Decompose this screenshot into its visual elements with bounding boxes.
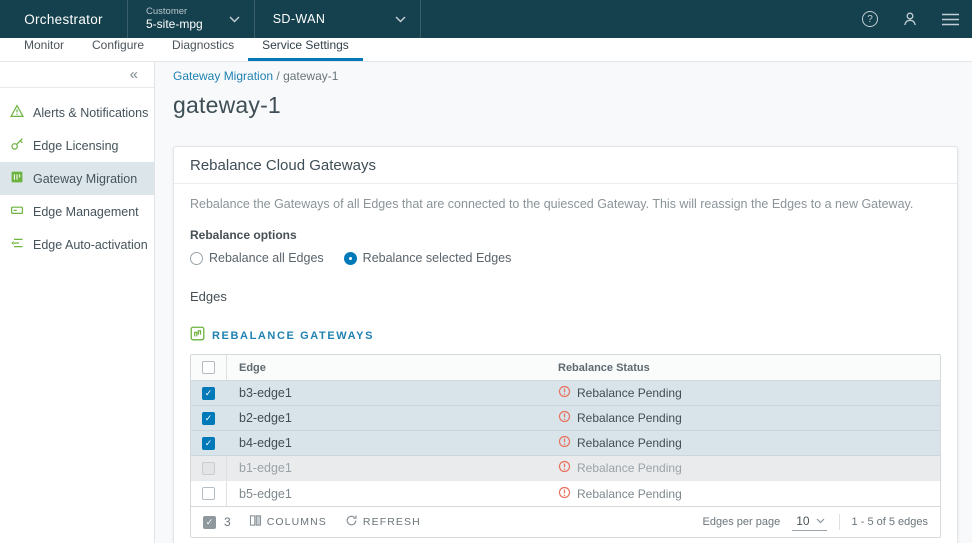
column-header-edge[interactable]: Edge [227,355,550,380]
tab-service-settings[interactable]: Service Settings [248,35,363,61]
status-text: Rebalance Pending [577,436,682,450]
tab-configure[interactable]: Configure [78,35,158,61]
user-icon[interactable] [900,9,920,29]
pending-status-icon [558,460,571,476]
rebalance-gateways-icon [190,326,205,346]
auto-activation-icon [10,236,24,253]
status-text: Rebalance Pending [577,487,682,501]
sidebar-item-edge-licensing[interactable]: Edge Licensing [0,129,154,162]
service-dropdown[interactable]: SD-WAN [255,0,422,38]
sidebar-item-label: Edge Auto-activation [33,238,148,252]
refresh-icon [345,514,358,530]
radio-rebalance-selected-edges[interactable]: Rebalance selected Edges [344,251,512,265]
content-area: Gateway Migration / gateway-1 gateway-1 … [155,62,972,543]
sidebar-item-edge-management[interactable]: Edge Management [0,195,154,228]
row-checkbox[interactable] [202,487,215,500]
refresh-button[interactable]: REFRESH [345,514,421,530]
customer-value: 5-site-mpg [146,17,203,32]
pending-status-icon [558,385,571,401]
edges-section-label: Edges [190,289,941,304]
table-header-row: Edge Rebalance Status [191,355,940,381]
rebalance-status: Rebalance Pending [550,381,940,405]
main-nav: Monitor Configure Diagnostics Service Se… [0,38,972,62]
edge-name: b5-edge1 [227,481,550,506]
edge-name: b4-edge1 [227,431,550,455]
sidebar-item-label: Alerts & Notifications [33,106,148,120]
customer-dropdown[interactable]: Customer 5-site-mpg [128,0,255,38]
edge-name: b2-edge1 [227,406,550,430]
rebalance-gateways-button[interactable]: REBALANCE GATEWAYS [190,326,941,346]
product-title: Orchestrator [0,0,128,38]
pagination-range: 1 - 5 of 5 edges [852,516,928,528]
edge-name: b1-edge1 [227,456,550,480]
status-text: Rebalance Pending [577,461,682,475]
card-title: Rebalance Cloud Gateways [174,147,957,184]
row-checkbox[interactable] [202,437,215,450]
sidebar-collapse-icon[interactable]: « [130,67,138,82]
radio-rebalance-all-edges[interactable]: Rebalance all Edges [190,251,324,265]
sidebar-item-edge-auto-activation[interactable]: Edge Auto-activation [0,228,154,261]
columns-button[interactable]: COLUMNS [249,514,327,530]
app-header: Orchestrator Customer 5-site-mpg SD-WAN … [0,0,972,38]
breadcrumb-gateway-migration-link[interactable]: Gateway Migration [173,69,273,83]
table-row[interactable]: b2-edge1 Rebalance Pending [191,406,940,431]
tab-diagnostics[interactable]: Diagnostics [158,35,248,61]
customer-label: Customer [146,6,203,18]
rebalance-status: Rebalance Pending [550,456,940,480]
edge-device-icon [10,203,24,220]
chevron-down-icon [816,518,825,524]
row-checkbox[interactable] [202,462,215,475]
sidebar-item-label: Gateway Migration [33,172,137,186]
edges-table: Edge Rebalance Status b3-edge1 Rebalance… [190,354,941,538]
gateway-icon [10,170,24,187]
radio-label: Rebalance all Edges [209,251,324,265]
status-text: Rebalance Pending [577,411,682,425]
table-row[interactable]: b3-edge1 Rebalance Pending [191,381,940,406]
sidebar-item-label: Edge Management [33,205,139,219]
select-all-checkbox[interactable] [202,361,215,374]
edges-per-page-label: Edges per page [703,516,781,528]
radio-label: Rebalance selected Edges [363,251,512,265]
selected-count: 3 [224,515,231,529]
menu-icon[interactable] [940,9,960,29]
breadcrumb: Gateway Migration / gateway-1 [173,69,972,83]
column-header-rebalance-status[interactable]: Rebalance Status [550,355,940,380]
table-footer: 3 COLUMNS REFRESH Edges per page [191,506,940,537]
sidebar-item-label: Edge Licensing [33,139,118,153]
rebalance-options-label: Rebalance options [190,228,941,242]
per-page-select[interactable]: 10 [792,513,826,531]
radio-icon[interactable] [190,252,203,265]
rebalance-status: Rebalance Pending [550,406,940,430]
chevron-down-icon [229,10,240,28]
footer-selection-checkbox[interactable] [203,516,216,529]
sidebar-item-alerts-notifications[interactable]: Alerts & Notifications [0,96,154,129]
chevron-down-icon [395,10,406,28]
rebalance-status: Rebalance Pending [550,481,940,506]
edge-name: b3-edge1 [227,381,550,405]
breadcrumb-current: gateway-1 [283,69,338,83]
sidebar: « Alerts & Notifications Edge Licensing … [0,62,155,543]
card-description: Rebalance the Gateways of all Edges that… [190,197,941,211]
rebalance-card: Rebalance Cloud Gateways Rebalance the G… [173,146,958,543]
columns-icon [249,514,262,530]
table-row[interactable]: b1-edge1 Rebalance Pending [191,456,940,481]
pending-status-icon [558,486,571,502]
row-checkbox[interactable] [202,412,215,425]
pending-status-icon [558,435,571,451]
page-title: gateway-1 [173,92,972,119]
radio-icon[interactable] [344,252,357,265]
help-icon[interactable]: ? [860,9,880,29]
key-icon [10,137,24,154]
rebalance-status: Rebalance Pending [550,431,940,455]
service-label: SD-WAN [273,12,326,26]
alert-triangle-icon [10,104,24,121]
pending-status-icon [558,410,571,426]
tab-monitor[interactable]: Monitor [10,35,78,61]
sidebar-item-gateway-migration[interactable]: Gateway Migration [0,162,154,195]
table-row[interactable]: b4-edge1 Rebalance Pending [191,431,940,456]
row-checkbox[interactable] [202,387,215,400]
status-text: Rebalance Pending [577,386,682,400]
table-row[interactable]: b5-edge1 Rebalance Pending [191,481,940,506]
